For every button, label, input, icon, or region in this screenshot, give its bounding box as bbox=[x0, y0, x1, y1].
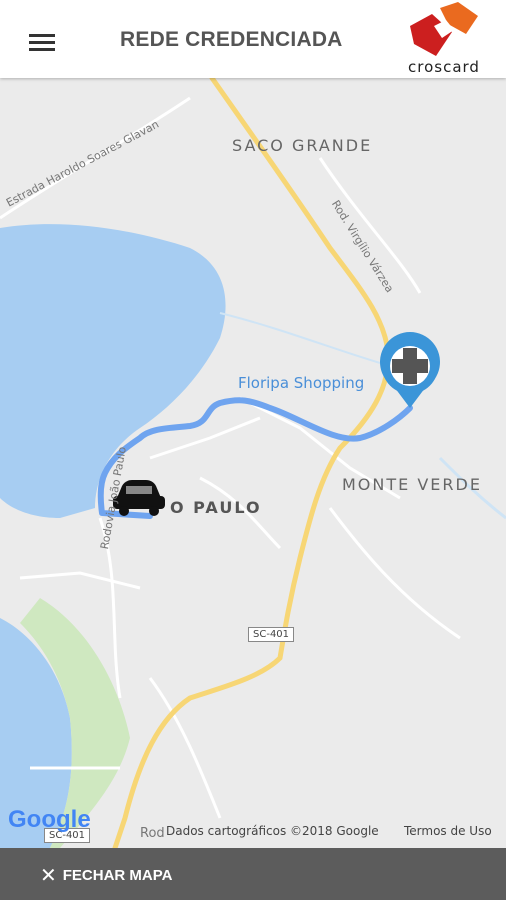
menu-bar bbox=[29, 41, 55, 44]
hamburger-menu-button[interactable] bbox=[22, 26, 62, 60]
footer-bar: ✕ FECHAR MAPA bbox=[0, 848, 506, 900]
close-icon: ✕ bbox=[40, 864, 57, 887]
highway-shield: SC-401 bbox=[248, 627, 295, 642]
page-title: REDE CREDENCIADA bbox=[120, 28, 343, 51]
terms-link[interactable]: Termos de Uso bbox=[404, 824, 492, 838]
croscard-logo-icon bbox=[410, 2, 478, 56]
croscard-logo: croscard bbox=[396, 2, 492, 76]
menu-bar bbox=[29, 34, 55, 37]
district-label: MONTE VERDE bbox=[342, 475, 482, 494]
menu-bar bbox=[29, 48, 55, 51]
map-view[interactable]: SACO GRANDE MONTE VERDE O PAULO Estrada … bbox=[0, 78, 506, 848]
street-label: Rod bbox=[140, 826, 165, 841]
logo-text: croscard bbox=[408, 58, 480, 76]
app-header: REDE CREDENCIADA croscard bbox=[0, 0, 506, 78]
poi-label[interactable]: Floripa Shopping bbox=[238, 374, 364, 392]
map-canvas bbox=[0, 78, 506, 848]
district-label: O PAULO bbox=[170, 498, 262, 517]
close-map-button[interactable]: ✕ FECHAR MAPA bbox=[40, 862, 172, 888]
google-logo: Google bbox=[8, 806, 91, 833]
map-attribution: Dados cartográficos ©2018 Google bbox=[166, 824, 379, 838]
close-map-label: FECHAR MAPA bbox=[62, 866, 173, 884]
district-label: SACO GRANDE bbox=[232, 136, 373, 155]
